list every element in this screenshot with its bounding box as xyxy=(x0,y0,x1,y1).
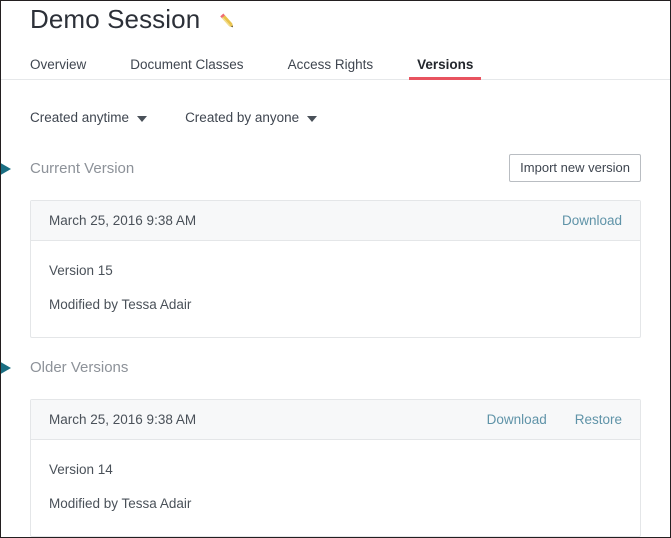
import-new-version-button[interactable]: Import new version xyxy=(509,154,641,182)
older-version-card-body: Version 14 Modified by Tessa Adair xyxy=(31,440,640,536)
current-version-card-actions: Download xyxy=(562,213,622,228)
tab-document-classes[interactable]: Document Classes xyxy=(130,57,243,80)
section-current-version: Current Version Import new version xyxy=(1,158,670,188)
tab-list: Overview Document Classes Access Rights … xyxy=(30,57,473,80)
pencil-icon[interactable] xyxy=(216,10,238,32)
download-link[interactable]: Download xyxy=(487,412,547,427)
tab-versions[interactable]: Versions xyxy=(417,57,473,80)
older-version-date: March 25, 2016 9:38 AM xyxy=(49,412,196,427)
filter-created-by-anyone-label: Created by anyone xyxy=(185,110,299,125)
pointer-arrow-icon xyxy=(0,360,11,376)
section-older-versions: Older Versions xyxy=(1,357,670,387)
section-older-versions-header: Older Versions xyxy=(1,357,670,387)
filter-created-by-anyone[interactable]: Created by anyone xyxy=(185,110,317,125)
older-version-card: March 25, 2016 9:38 AM Download Restore … xyxy=(30,399,641,537)
restore-link[interactable]: Restore xyxy=(575,412,622,427)
older-version-number: Version 14 xyxy=(49,460,622,480)
tab-bar: Overview Document Classes Access Rights … xyxy=(1,53,670,80)
current-version-card: March 25, 2016 9:38 AM Download Version … xyxy=(30,200,641,338)
tab-overview[interactable]: Overview xyxy=(30,57,86,80)
older-version-modified-by: Modified by Tessa Adair xyxy=(49,494,622,514)
filter-created-anytime[interactable]: Created anytime xyxy=(30,110,147,125)
older-version-card-actions: Download Restore xyxy=(487,412,622,427)
section-current-version-title: Current Version xyxy=(30,158,134,180)
chevron-down-icon xyxy=(307,116,317,122)
current-version-card-body: Version 15 Modified by Tessa Adair xyxy=(31,241,640,337)
current-version-date: March 25, 2016 9:38 AM xyxy=(49,213,196,228)
pointer-arrow-icon xyxy=(0,161,11,177)
filter-created-anytime-label: Created anytime xyxy=(30,110,129,125)
title-row: Demo Session xyxy=(30,3,238,35)
chevron-down-icon xyxy=(137,116,147,122)
current-version-card-header: March 25, 2016 9:38 AM Download xyxy=(31,201,640,241)
filter-bar: Created anytime Created by anyone xyxy=(30,110,317,125)
section-current-version-header: Current Version Import new version xyxy=(1,158,670,188)
older-version-card-header: March 25, 2016 9:38 AM Download Restore xyxy=(31,400,640,440)
current-version-modified-by: Modified by Tessa Adair xyxy=(49,295,622,315)
versions-page: Demo Session Overview Document Classes A… xyxy=(0,0,671,538)
current-version-number: Version 15 xyxy=(49,261,622,281)
tab-access-rights[interactable]: Access Rights xyxy=(288,57,374,80)
section-older-versions-title: Older Versions xyxy=(30,357,128,379)
download-link[interactable]: Download xyxy=(562,213,622,228)
page-title: Demo Session xyxy=(30,3,200,35)
